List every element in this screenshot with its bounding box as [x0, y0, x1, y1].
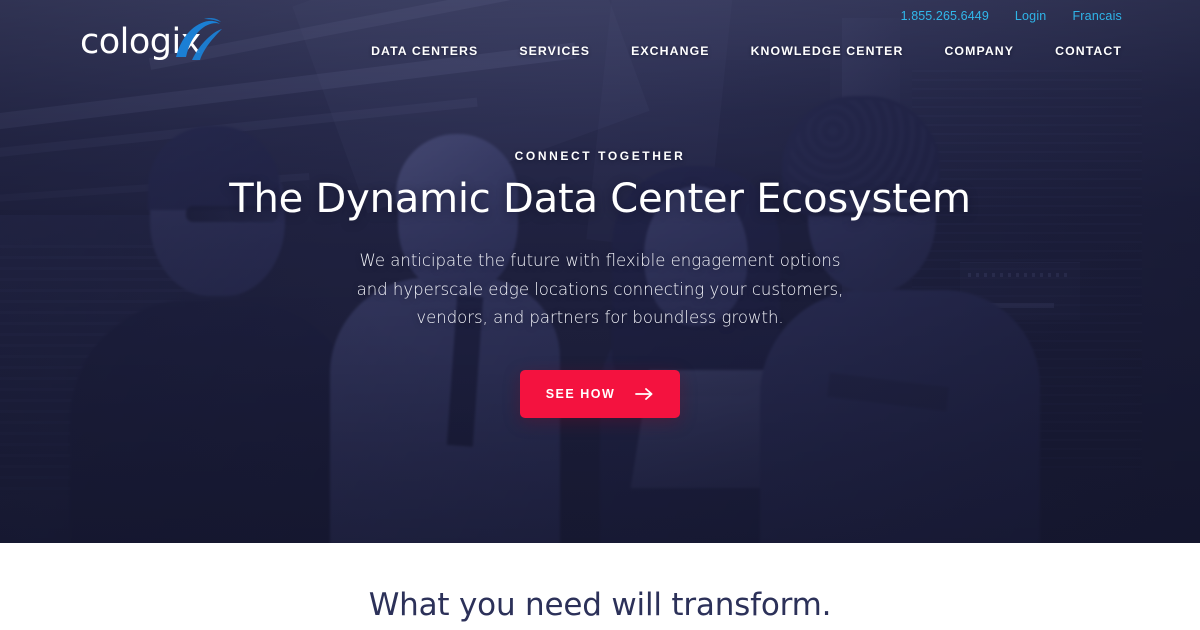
transform-heading-line2: And it's how you'll confront it.: [0, 626, 1200, 630]
page-root: cologix 1.855.265.6449 Login Francais DA…: [0, 0, 1200, 630]
nav-knowledge-center[interactable]: KNOWLEDGE CENTER: [751, 44, 904, 58]
nav-company[interactable]: COMPANY: [944, 44, 1014, 58]
transform-heading-line1: What you need will transform.: [368, 587, 832, 623]
arrow-right-icon: [635, 388, 653, 401]
nav-data-centers[interactable]: DATA CENTERS: [371, 44, 478, 58]
utility-nav: 1.855.265.6449 Login Francais: [901, 9, 1122, 23]
hero-content: CONNECT TOGETHER The Dynamic Data Center…: [0, 0, 1200, 543]
nav-contact[interactable]: CONTACT: [1055, 44, 1122, 58]
see-how-button-label: SEE HOW: [545, 387, 616, 402]
hero-headline: The Dynamic Data Center Ecosystem: [229, 175, 971, 222]
main-navigation: DATA CENTERS SERVICES EXCHANGE KNOWLEDGE…: [371, 44, 1122, 58]
hero-subcopy: We anticipate the future with flexible e…: [356, 251, 844, 328]
login-link[interactable]: Login: [1015, 9, 1047, 23]
hero-eyebrow: CONNECT TOGETHER: [514, 148, 686, 163]
see-how-button[interactable]: SEE HOW: [519, 370, 681, 419]
cologix-swoosh-icon: [176, 18, 222, 60]
site-header: cologix 1.855.265.6449 Login Francais DA…: [0, 0, 1200, 78]
hero-section: cologix 1.855.265.6449 Login Francais DA…: [0, 0, 1200, 543]
transform-section: What you need will transform. And it's h…: [0, 543, 1200, 630]
nav-exchange[interactable]: EXCHANGE: [631, 44, 710, 58]
nav-services[interactable]: SERVICES: [519, 44, 590, 58]
phone-link[interactable]: 1.855.265.6449: [901, 9, 989, 23]
logo-home-link[interactable]: cologix: [80, 18, 230, 64]
francais-link[interactable]: Francais: [1072, 9, 1122, 23]
